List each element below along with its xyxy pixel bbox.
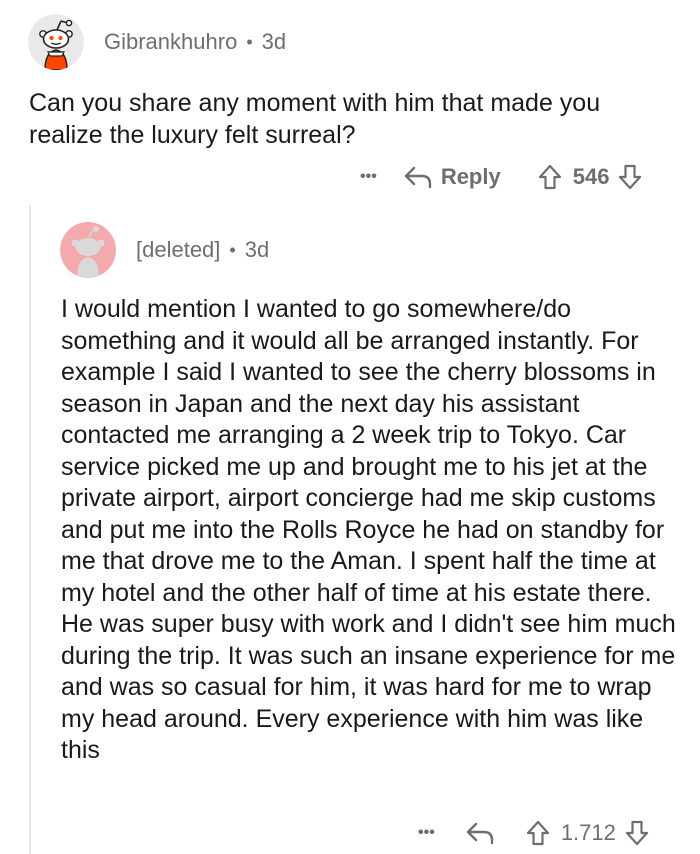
reply-button[interactable]: Reply [403,164,501,190]
comment-age: 3d [244,237,270,262]
reply-arrow-icon [466,822,494,845]
more-options-icon: ••• [360,168,377,185]
comment-header: Gibrankhuhro • 3d [28,14,286,70]
comment-actions: ••• Reply 546 [360,163,643,191]
meta-separator: • [229,239,236,260]
comment-meta: Gibrankhuhro • 3d [104,29,286,55]
comment-body: I would mention I wanted to go somewhere… [61,295,676,764]
vote-score: 546 [572,164,610,189]
comment-actions: ••• 1.712 [418,819,650,847]
comment-header: [deleted] • 3d [60,222,269,278]
reply-arrow-icon [404,166,432,189]
downvote-arrow-icon [619,164,642,190]
downvote-button[interactable] [617,163,643,191]
more-options-icon: ••• [418,824,435,841]
reply-label: Reply [440,164,501,189]
reddit-snoo-avatar-icon[interactable] [28,14,84,70]
username-link[interactable]: Gibrankhuhro [104,29,237,55]
more-options-button[interactable]: ••• [418,824,435,842]
downvote-button[interactable] [624,819,650,847]
deleted-user-avatar-icon [60,222,116,278]
upvote-button[interactable] [525,819,551,847]
meta-separator: • [246,31,253,52]
comment-age: 3d [261,29,287,54]
reply-button[interactable] [465,820,495,846]
comment-meta: [deleted] • 3d [136,237,269,263]
more-options-button[interactable]: ••• [360,168,377,186]
upvote-arrow-icon [526,820,549,846]
comment-body: Can you share any moment with him that m… [29,89,601,149]
vote-score: 1.712 [560,820,616,845]
username-link: [deleted] [136,237,221,262]
downvote-arrow-icon [625,820,648,846]
upvote-button[interactable] [537,163,563,191]
upvote-arrow-icon [538,164,561,190]
thread-line[interactable] [29,205,31,854]
